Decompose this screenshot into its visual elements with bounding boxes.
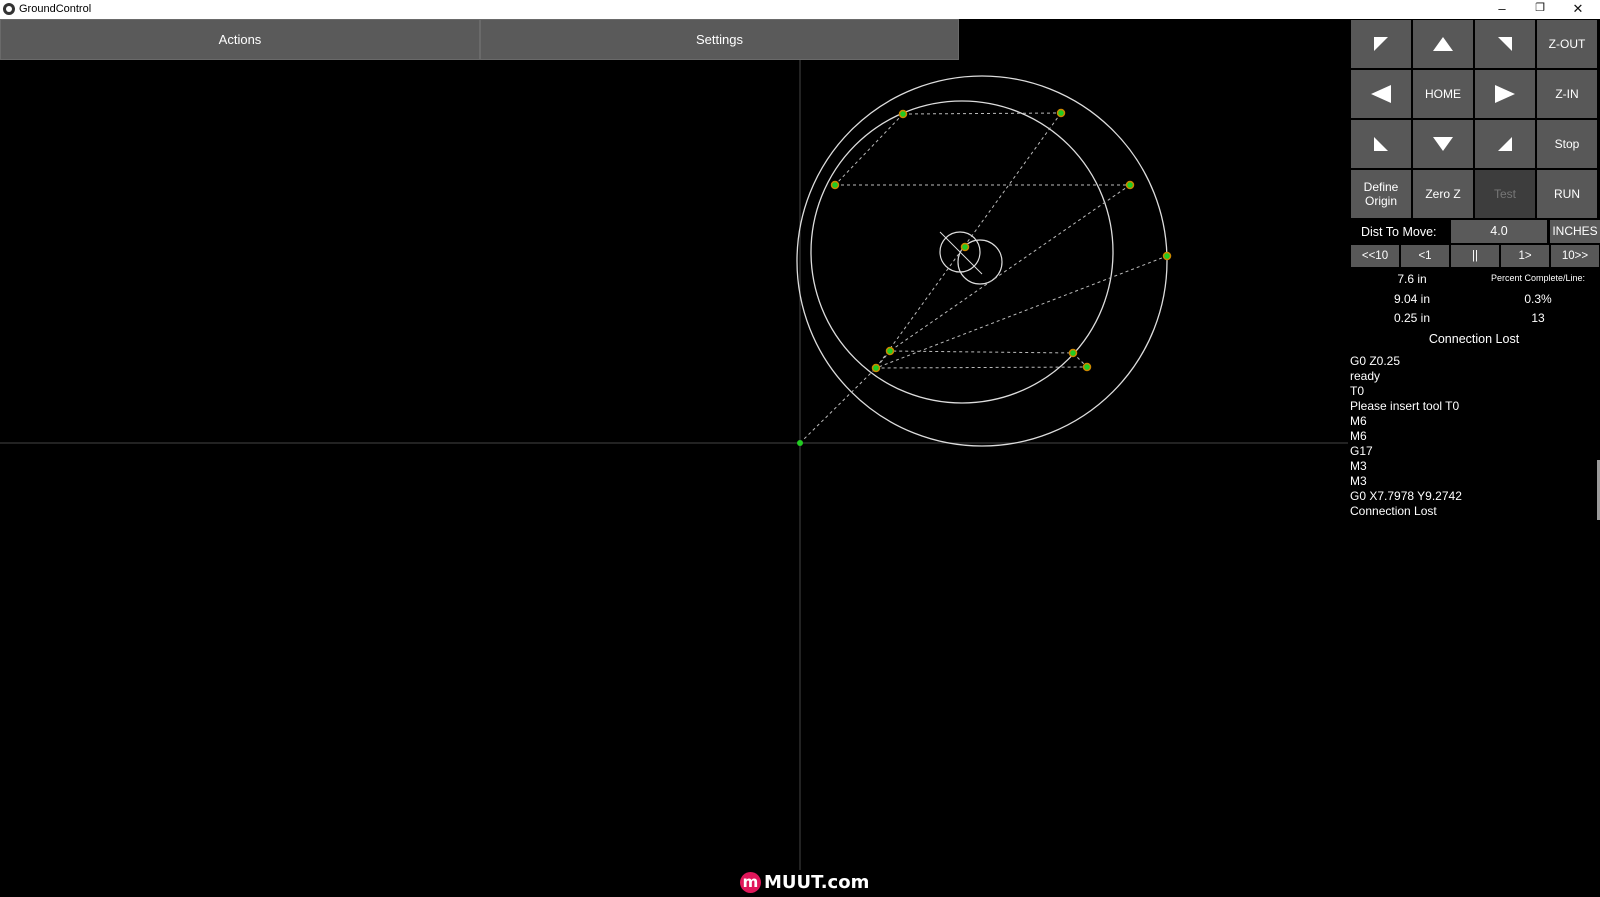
- console-line: G0 Z0.25: [1350, 354, 1401, 368]
- stop-button[interactable]: Stop: [1537, 120, 1597, 168]
- toolpath-canvas[interactable]: [0, 60, 1348, 897]
- console-line: M6: [1350, 429, 1367, 443]
- home-button[interactable]: HOME: [1413, 70, 1473, 118]
- jog-right-button[interactable]: [1475, 70, 1535, 118]
- path-point: [830, 180, 840, 190]
- forward-10-lines-button[interactable]: 10>>: [1551, 245, 1599, 267]
- origin-point: [797, 440, 803, 446]
- z-in-button[interactable]: Z-IN: [1537, 70, 1597, 118]
- title-bar: GroundControl – ❐ ✕: [0, 0, 1600, 19]
- arrow-up-left-icon: [1374, 37, 1388, 51]
- z-position-readout: 0.25 in: [1393, 311, 1431, 325]
- arrow-up-right-icon: [1498, 37, 1512, 51]
- arrow-left-icon: [1371, 85, 1391, 103]
- percent-complete-value: 0.3%: [1524, 292, 1552, 306]
- pause-button[interactable]: ||: [1451, 245, 1499, 267]
- jog-down-button[interactable]: [1413, 120, 1473, 168]
- restore-button[interactable]: ❐: [1521, 0, 1559, 19]
- current-line-value: 13: [1531, 311, 1545, 325]
- connection-status: Connection Lost: [1428, 332, 1520, 346]
- arrow-down-left-icon: [1374, 137, 1388, 151]
- muut-logo-icon: m: [740, 871, 761, 893]
- path-point: [1162, 251, 1172, 261]
- dist-to-move-label: Dist To Move:: [1361, 225, 1437, 239]
- run-button[interactable]: RUN: [1537, 170, 1597, 218]
- y-position-readout: 9.04 in: [1393, 292, 1431, 306]
- close-button[interactable]: ✕: [1559, 0, 1597, 19]
- x-position-readout: 7.6 in: [1397, 272, 1427, 286]
- back-1-line-button[interactable]: <1: [1401, 245, 1449, 267]
- watermark-text: MUUT.com: [764, 871, 870, 893]
- path-point: [1082, 362, 1092, 372]
- path-point: [871, 363, 881, 373]
- path-point: [885, 346, 895, 356]
- console-line: Please insert tool T0: [1350, 399, 1460, 413]
- test-button[interactable]: Test: [1475, 170, 1535, 218]
- settings-button[interactable]: Settings: [480, 19, 959, 60]
- console-line: M6: [1350, 414, 1367, 428]
- inner-circle: [810, 100, 1114, 404]
- units-toggle-button[interactable]: INCHES: [1550, 220, 1600, 243]
- arrow-down-icon: [1433, 137, 1453, 151]
- minimize-button[interactable]: –: [1483, 0, 1521, 19]
- jog-up-right-button[interactable]: [1475, 20, 1535, 68]
- arrow-right-icon: [1495, 85, 1515, 103]
- back-10-lines-button[interactable]: <<10: [1351, 245, 1399, 267]
- console-line: ready: [1350, 369, 1381, 383]
- path-point: [1068, 348, 1078, 358]
- define-origin-button[interactable]: Define Origin: [1351, 170, 1411, 218]
- console-line: Connection Lost: [1350, 504, 1437, 518]
- jog-left-button[interactable]: [1351, 70, 1411, 118]
- sled-cross: [939, 231, 983, 275]
- path-point: [1056, 108, 1066, 118]
- console-line: T0: [1350, 384, 1365, 398]
- arrow-up-icon: [1433, 37, 1453, 51]
- path-point: [1125, 180, 1135, 190]
- arrow-down-right-icon: [1498, 137, 1512, 151]
- zero-z-button[interactable]: Zero Z: [1413, 170, 1473, 218]
- path-point: [960, 242, 970, 252]
- jog-down-right-button[interactable]: [1475, 120, 1535, 168]
- gcode-console: G0 Z0.25 ready T0 Please insert tool T0 …: [1350, 354, 1462, 519]
- console-line: G0 X7.7978 Y9.2742: [1350, 489, 1462, 503]
- actions-button[interactable]: Actions: [0, 19, 480, 60]
- percent-complete-label: Percent Complete/Line:: [1490, 273, 1586, 283]
- z-out-button[interactable]: Z-OUT: [1537, 20, 1597, 68]
- toolpath-points: [830, 108, 1172, 373]
- watermark: m MUUT.com: [740, 870, 869, 894]
- path-point: [898, 109, 908, 119]
- jog-up-button[interactable]: [1413, 20, 1473, 68]
- jog-down-left-button[interactable]: [1351, 120, 1411, 168]
- app-logo-icon: [3, 3, 15, 15]
- window-title: GroundControl: [19, 3, 92, 15]
- console-line: M3: [1350, 474, 1367, 488]
- dist-to-move-input[interactable]: 4.0: [1451, 220, 1547, 243]
- jog-up-left-button[interactable]: [1351, 20, 1411, 68]
- forward-1-line-button[interactable]: 1>: [1501, 245, 1549, 267]
- console-line: M3: [1350, 459, 1367, 473]
- console-line: G17: [1350, 444, 1373, 458]
